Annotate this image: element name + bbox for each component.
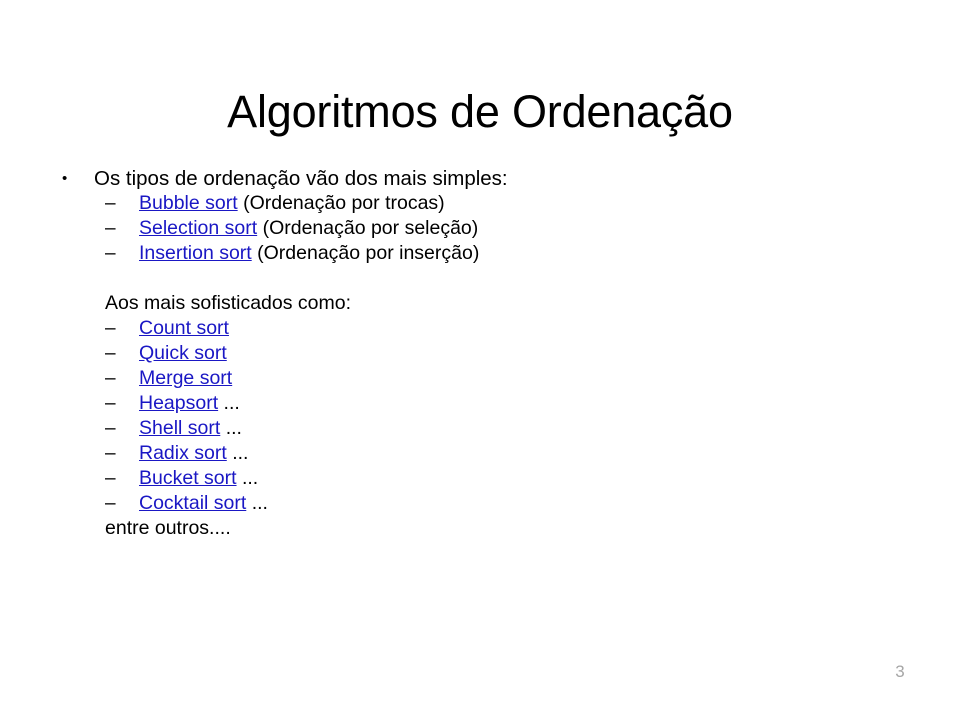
link-heapsort[interactable]: Heapsort xyxy=(139,392,218,414)
dash-icon: – xyxy=(105,243,116,264)
bubble-sort-description: (Ordenação por trocas) xyxy=(237,192,445,214)
bullet-icon: • xyxy=(62,170,68,187)
list-item-intro: • Os tipos de ordenação vão dos mais sim… xyxy=(56,166,896,191)
heapsort-tail: ... xyxy=(218,392,240,414)
list-item-heapsort: – Heapsort ... xyxy=(56,391,896,416)
dash-icon: – xyxy=(105,468,116,489)
dash-icon: – xyxy=(105,218,116,239)
slide-canvas: Algoritmos de Ordenação • Os tipos de or… xyxy=(0,0,960,720)
list-item-insertion-sort: – Insertion sort (Ordenação por inserção… xyxy=(56,241,896,266)
link-shell-sort[interactable]: Shell sort xyxy=(139,417,220,439)
shell-sort-tail: ... xyxy=(220,417,242,439)
intro-text: Os tipos de ordenação vão dos mais simpl… xyxy=(94,167,508,190)
dash-icon: – xyxy=(105,493,116,514)
bucket-sort-tail: ... xyxy=(236,467,259,489)
page-number: 3 xyxy=(895,662,905,681)
link-bubble-sort[interactable]: Bubble sort xyxy=(139,192,238,214)
list-item-bucket-sort: – Bucket sort ... xyxy=(56,466,896,491)
radix-sort-tail: ... xyxy=(226,442,249,464)
list-item-cocktail-sort: – Cocktail sort ... xyxy=(56,491,896,516)
link-bucket-sort[interactable]: Bucket sort xyxy=(139,467,237,489)
list-item-radix-sort: – Radix sort ... xyxy=(56,441,896,466)
insertion-sort-description: (Ordenação por inserção) xyxy=(251,242,480,264)
link-cocktail-sort[interactable]: Cocktail sort xyxy=(139,492,246,514)
dash-icon: – xyxy=(105,418,116,439)
cocktail-sort-tail: ... xyxy=(246,492,268,514)
list-item-selection-sort: – Selection sort (Ordenação por seleção) xyxy=(56,216,896,241)
closing-text: entre outros.... xyxy=(105,517,231,539)
advanced-heading: Aos mais sofisticados como: xyxy=(56,291,896,316)
page-title: Algoritmos de Ordenação xyxy=(227,86,733,138)
dash-icon: – xyxy=(105,318,116,339)
dash-icon: – xyxy=(105,343,116,364)
list-item-quick-sort: – Quick sort xyxy=(56,341,896,366)
list-item-shell-sort: – Shell sort ... xyxy=(56,416,896,441)
link-radix-sort[interactable]: Radix sort xyxy=(139,442,227,464)
link-selection-sort[interactable]: Selection sort xyxy=(139,217,257,239)
dash-icon: – xyxy=(105,368,116,389)
outline-body: • Os tipos de ordenação vão dos mais sim… xyxy=(56,166,896,541)
list-item-bubble-sort: – Bubble sort (Ordenação por trocas) xyxy=(56,191,896,216)
link-insertion-sort[interactable]: Insertion sort xyxy=(139,242,252,264)
dash-icon: – xyxy=(105,393,116,414)
list-item-merge-sort: – Merge sort xyxy=(56,366,896,391)
advanced-heading-text: Aos mais sofisticados como: xyxy=(105,292,352,314)
closing-line: entre outros.... xyxy=(56,516,896,541)
link-count-sort[interactable]: Count sort xyxy=(139,317,229,339)
list-item-count-sort: – Count sort xyxy=(56,316,896,341)
selection-sort-description: (Ordenação por seleção) xyxy=(257,217,479,239)
link-quick-sort[interactable]: Quick sort xyxy=(139,342,227,364)
dash-icon: – xyxy=(105,193,116,214)
link-merge-sort[interactable]: Merge sort xyxy=(139,367,232,389)
dash-icon: – xyxy=(105,443,116,464)
